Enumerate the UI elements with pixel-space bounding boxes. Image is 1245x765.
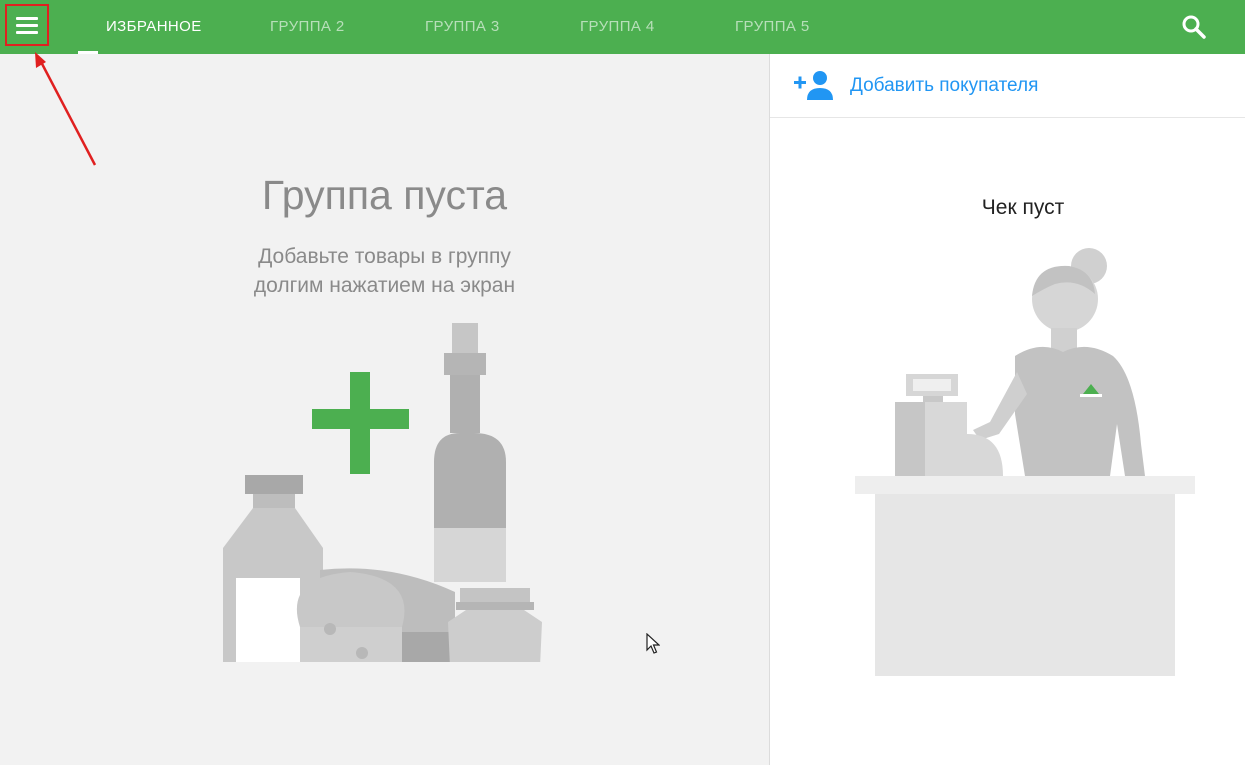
add-person-icon bbox=[794, 71, 833, 100]
tab-group-4[interactable]: ГРУППА 4 bbox=[580, 0, 655, 54]
groceries-illustration bbox=[223, 323, 542, 662]
tab-group-2[interactable]: ГРУППА 2 bbox=[270, 0, 345, 54]
tab-group-3[interactable]: ГРУППА 3 bbox=[425, 0, 500, 54]
empty-group-hint-line-2: долгим нажатием на экран bbox=[253, 274, 516, 297]
mouse-pointer-icon bbox=[646, 633, 660, 654]
empty-group-hint-line-1: Добавьте товары в группу bbox=[258, 245, 511, 268]
tab-group-5[interactable]: ГРУППА 5 bbox=[735, 0, 810, 54]
annotation-arrow bbox=[35, 52, 97, 166]
group-products-panel[interactable]: Группа пуста Добавьте товары в группу до… bbox=[0, 54, 769, 765]
search-icon[interactable] bbox=[1180, 13, 1208, 41]
top-app-bar: ИЗБРАННОЕ ГРУППА 2 ГРУППА 3 ГРУППА 4 ГРУ… bbox=[0, 0, 1245, 54]
cashier-illustration bbox=[855, 248, 1195, 676]
empty-group-hint: Добавьте товары в группу долгим нажатием… bbox=[0, 242, 769, 300]
empty-group-title: Группа пуста bbox=[261, 172, 508, 218]
tab-favorites[interactable]: ИЗБРАННОЕ bbox=[106, 0, 202, 54]
add-customer-label: Добавить покупателя bbox=[850, 75, 1039, 96]
receipt-empty-title: Чек пуст bbox=[981, 196, 1065, 219]
receipt-panel: Добавить покупателя Чек пуст bbox=[769, 54, 1245, 765]
add-customer-button[interactable]: Добавить покупателя bbox=[770, 54, 1245, 118]
hamburger-menu-icon[interactable] bbox=[5, 4, 49, 46]
